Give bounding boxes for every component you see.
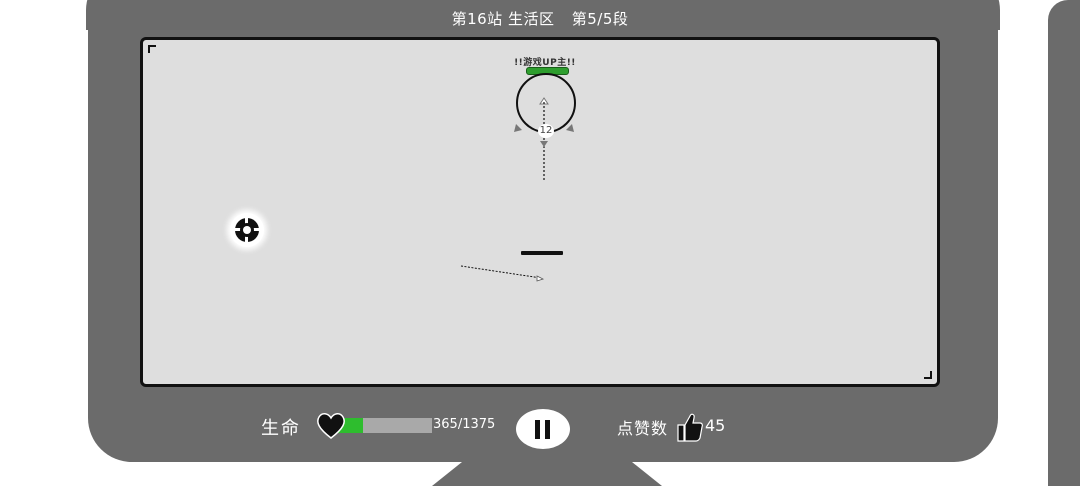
- thumbs-up-icon: [677, 413, 703, 442]
- boss-counter: 12: [538, 124, 554, 138]
- aim-line: [460, 265, 542, 279]
- projectile-icon: [536, 275, 545, 282]
- level-title: 第16站 生活区 第5/5段: [0, 8, 1080, 29]
- arrow-down-right-icon: [566, 124, 574, 132]
- target-gap-vertical: [245, 216, 248, 244]
- likes-label: 点赞数: [617, 419, 669, 438]
- player-paddle: [521, 251, 563, 255]
- heart-icon: [317, 413, 345, 439]
- segment-label: 第5/5段: [571, 10, 629, 28]
- life-label: 生命: [261, 418, 301, 439]
- likes-count: 45: [705, 416, 726, 435]
- pause-button[interactable]: [516, 409, 570, 449]
- hp-text: 365/1375: [433, 417, 496, 432]
- arrow-down-left-icon: [514, 124, 522, 132]
- target-gap-horizontal: [233, 228, 261, 231]
- monitor-stand: [432, 462, 662, 486]
- hp-bar: [338, 418, 432, 433]
- hud-bar: 生命 365/1375 点赞数 45: [0, 406, 1080, 449]
- game-screen[interactable]: !!游戏UP主!! 12: [140, 37, 940, 387]
- arrow-down-icon: [540, 141, 548, 147]
- station-label: 第16站 生活区: [451, 10, 555, 28]
- crosshair-target-icon: [230, 213, 264, 247]
